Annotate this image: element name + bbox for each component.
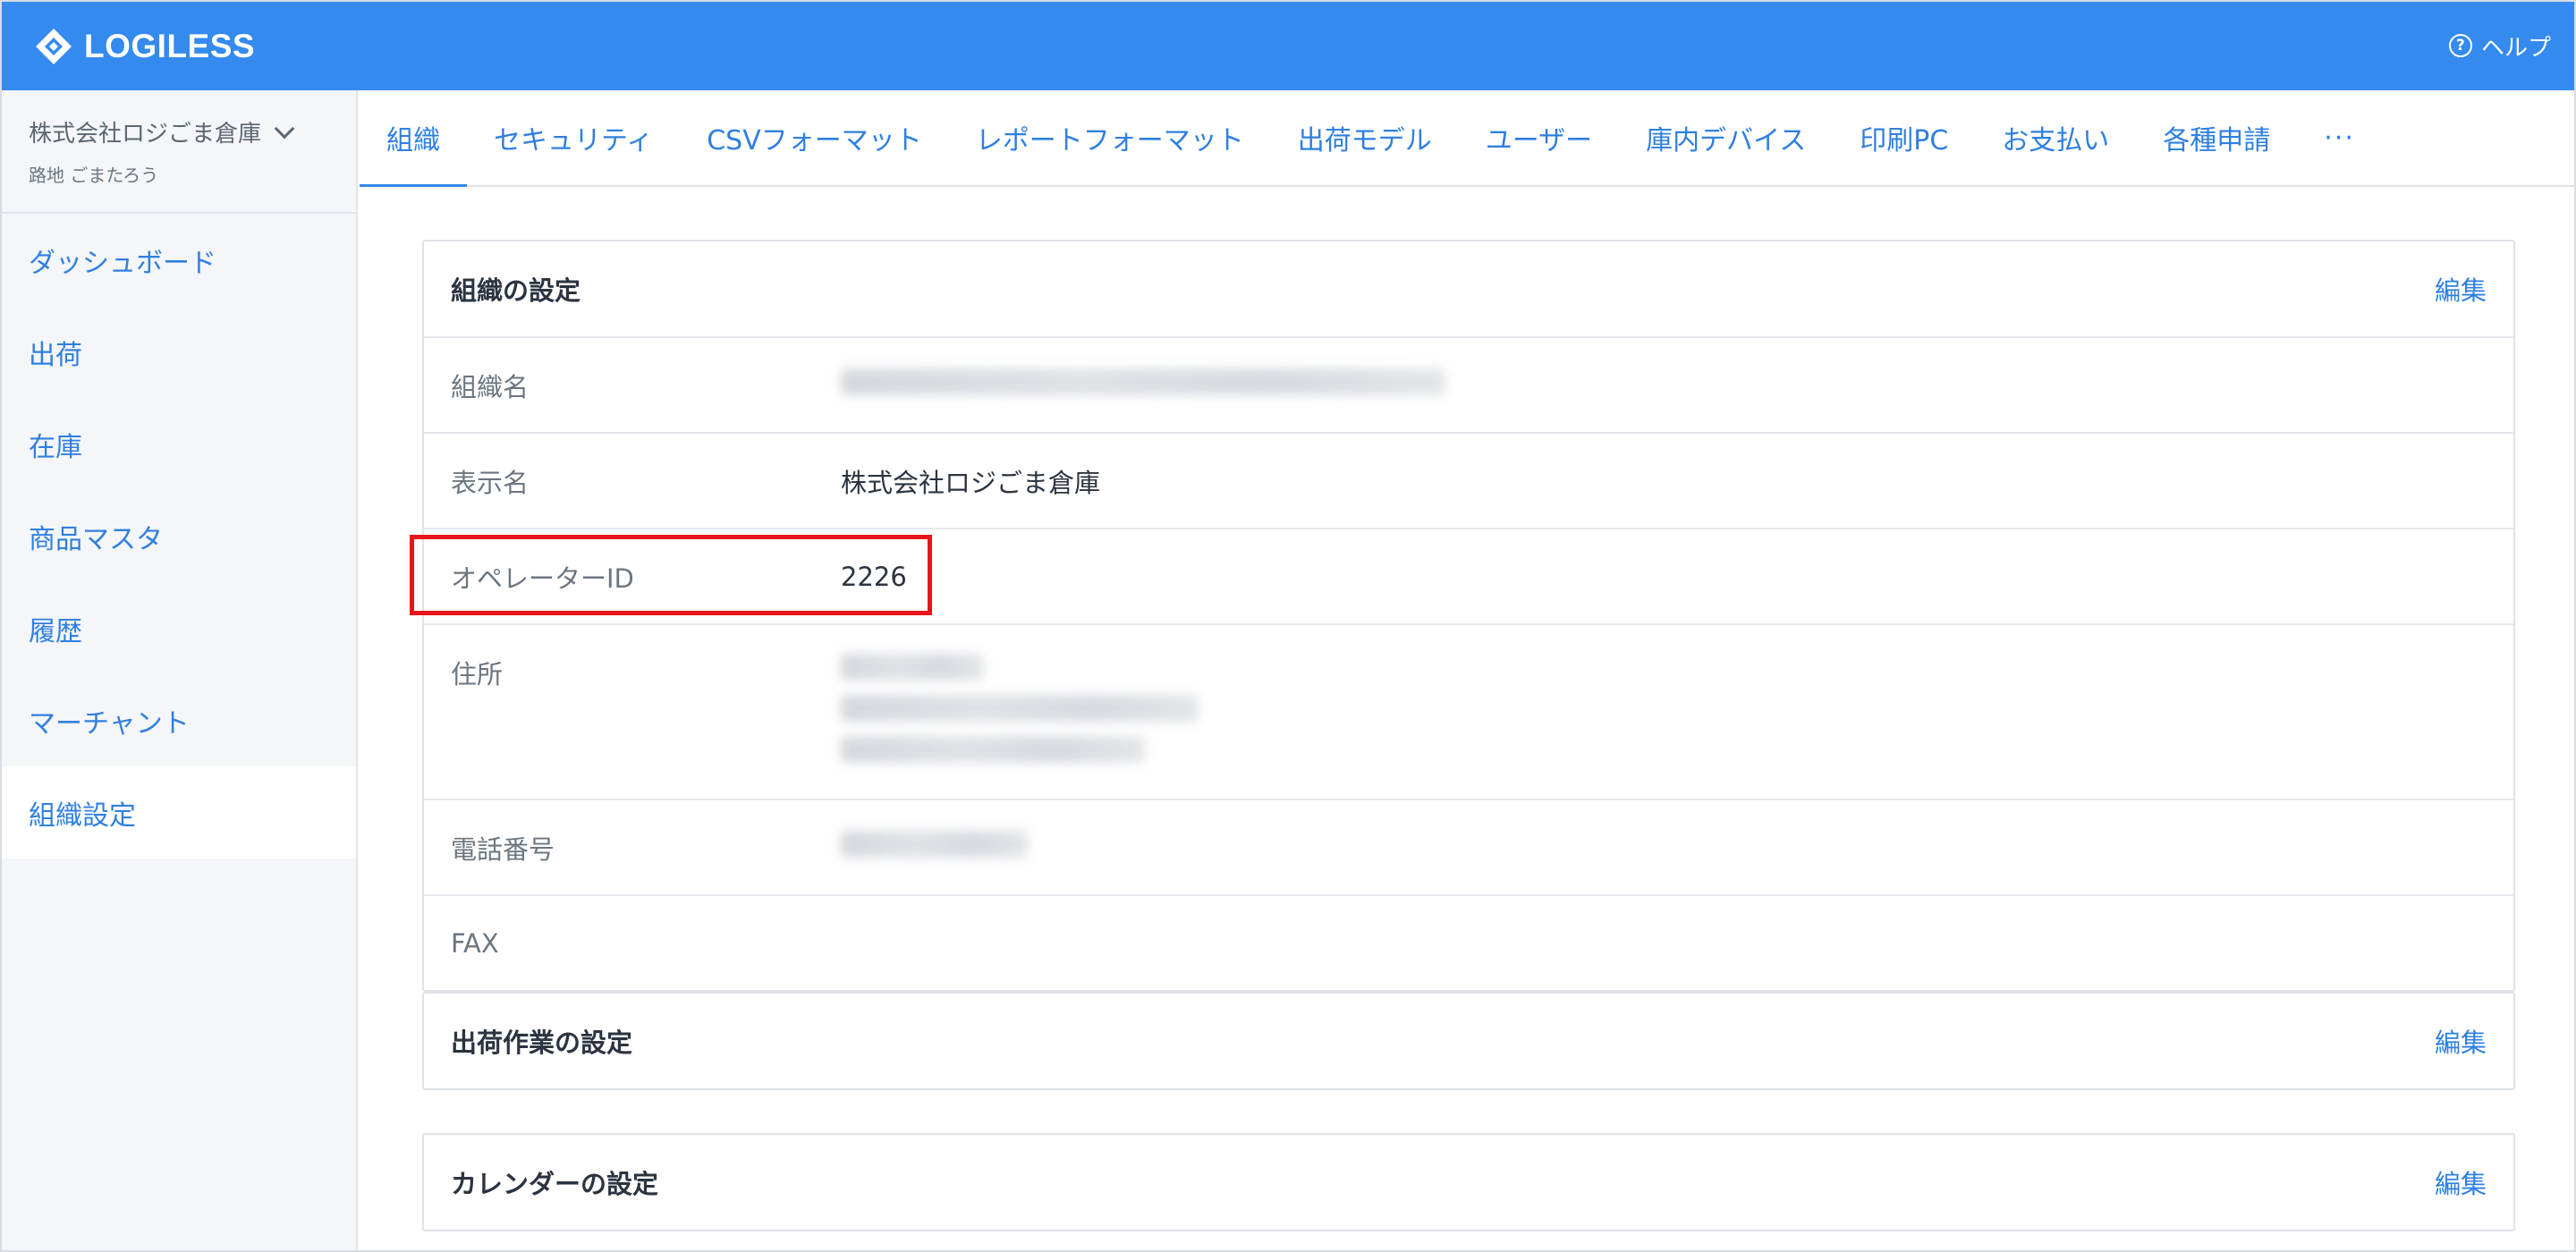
sidebar-item-org-settings[interactable]: 組織設定: [2, 766, 356, 859]
settings-row: 電話番号: [424, 799, 2513, 894]
tab-users[interactable]: ユーザー: [1459, 90, 1619, 185]
sidebar-item-merchant[interactable]: マーチャント: [2, 674, 356, 766]
sidebar-item-inventory[interactable]: 在庫: [2, 398, 356, 490]
redacted-text: [841, 831, 1029, 858]
row-value-redacted: [841, 368, 1445, 402]
row-label: 組織名: [451, 371, 530, 402]
tab-csv-format[interactable]: CSVフォーマット: [680, 90, 949, 185]
redacted-text: [841, 654, 984, 681]
settings-tabs: 組織 セキュリティ CSVフォーマット レポートフォーマット 出荷モデル ユーザ…: [360, 90, 2574, 187]
logo-text: LOGILESS: [84, 28, 256, 64]
sidebar-item-product-master[interactable]: 商品マスタ: [2, 490, 356, 582]
settings-row: FAX: [424, 894, 2513, 990]
sidebar-item-history[interactable]: 履歴: [2, 582, 356, 674]
org-name: 株式会社ロジごま倉庫: [29, 121, 262, 148]
tab-more[interactable]: ···: [2297, 90, 2382, 185]
main-content: 組織の設定 編集 組織名 表示名 株式会社ロジごま倉庫 オペレーターID 222…: [410, 240, 2515, 1231]
calendar-settings-card: カレンダーの設定 編集: [422, 1133, 2515, 1231]
row-label: FAX: [451, 927, 499, 959]
edit-button[interactable]: 編集: [2435, 1022, 2487, 1060]
settings-row: 組織名: [424, 336, 2513, 432]
sidebar-item-shipping[interactable]: 出荷: [2, 306, 356, 398]
row-label: 表示名: [451, 467, 530, 498]
row-label: オペレーターID: [451, 563, 634, 594]
sidebar-nav: ダッシュボード 出荷 在庫 商品マスタ 履歴 マーチャント 組織設定: [2, 214, 356, 859]
tab-applications[interactable]: 各種申請: [2136, 90, 2297, 185]
card-title: カレンダーの設定: [451, 1169, 659, 1199]
edit-button[interactable]: 編集: [2435, 270, 2487, 308]
user-name: 路地 ごまたろう: [29, 165, 159, 186]
tab-security[interactable]: セキュリティ: [467, 90, 680, 185]
top-header: LOGILESS ? ヘルプ: [2, 2, 2574, 90]
tab-print-pc[interactable]: 印刷PC: [1833, 90, 1975, 185]
card-title: 組織の設定: [451, 275, 581, 306]
settings-row: 住所: [424, 623, 2513, 799]
row-value: 2226: [841, 561, 907, 592]
edit-button[interactable]: 編集: [2435, 1163, 2487, 1201]
logo[interactable]: LOGILESS: [34, 25, 255, 68]
settings-row: 表示名 株式会社ロジごま倉庫: [424, 432, 2513, 528]
sidebar: 株式会社ロジごま倉庫 路地 ごまたろう ダッシュボード 出荷 在庫 商品マスタ …: [2, 90, 358, 1250]
row-label: 電話番号: [451, 833, 555, 865]
help-label: ヘルプ: [2480, 34, 2551, 62]
redacted-text: [841, 368, 1445, 395]
tab-shipping-model[interactable]: 出荷モデル: [1271, 90, 1459, 185]
redacted-text: [841, 736, 1145, 763]
help-link[interactable]: ? ヘルプ: [2448, 29, 2551, 63]
tab-warehouse-devices[interactable]: 庫内デバイス: [1619, 90, 1833, 185]
row-label: 住所: [451, 659, 504, 689]
tab-report-format[interactable]: レポートフォーマット: [949, 90, 1271, 185]
org-switcher[interactable]: 株式会社ロジごま倉庫 路地 ごまたろう: [2, 90, 356, 214]
row-value: 株式会社ロジごま倉庫: [841, 467, 1101, 498]
card-title: 出荷作業の設定: [451, 1028, 633, 1058]
logiless-logo-icon: [36, 29, 72, 64]
redacted-text: [841, 695, 1199, 722]
help-icon: ?: [2448, 34, 2472, 57]
sidebar-item-dashboard[interactable]: ダッシュボード: [2, 214, 356, 306]
tab-payment[interactable]: お支払い: [1975, 90, 2136, 185]
row-value-redacted: [841, 654, 1199, 763]
shipping-settings-card: 出荷作業の設定 編集: [422, 992, 2515, 1090]
app-window: LOGILESS ? ヘルプ 株式会社ロジごま倉庫 路地 ごまたろう ダッシュボ…: [0, 0, 2576, 1252]
row-value-redacted: [841, 831, 1029, 864]
settings-row: オペレーターID 2226: [424, 528, 2513, 623]
org-settings-card: 組織の設定 編集 組織名 表示名 株式会社ロジごま倉庫 オペレーターID 222…: [422, 240, 2515, 992]
tab-organization[interactable]: 組織: [360, 90, 467, 187]
chevron-down-icon: [274, 118, 295, 139]
